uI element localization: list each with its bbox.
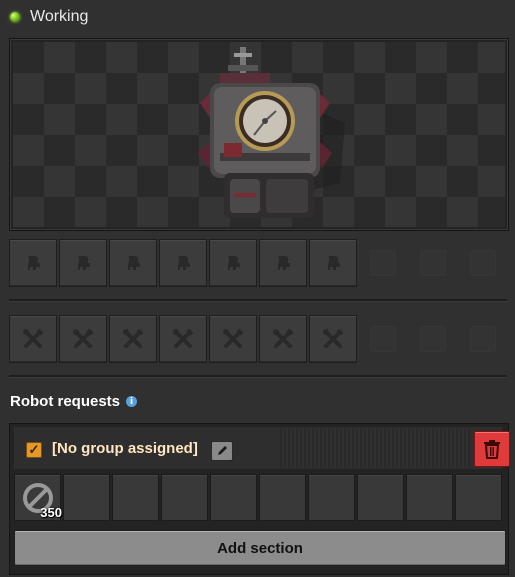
repair-slot[interactable] <box>259 315 307 363</box>
repair-slot-disabled <box>409 315 457 363</box>
request-slot[interactable] <box>210 474 257 521</box>
request-slot[interactable] <box>406 474 453 521</box>
request-slot[interactable] <box>308 474 355 521</box>
robot-slot-row <box>9 239 507 287</box>
robot-requests-panel: ✓ [No group assigned] 350 Add section <box>9 423 510 575</box>
repair-pack-icon <box>23 328 44 348</box>
request-slot[interactable] <box>357 474 404 521</box>
request-slot[interactable] <box>63 474 110 521</box>
repair-pack-icon <box>223 328 244 348</box>
repair-slot[interactable] <box>109 315 157 363</box>
repair-pack-icon <box>173 328 194 348</box>
pencil-icon <box>218 446 227 455</box>
robot-requests-title: Robot requests <box>10 393 121 410</box>
construction-robot-icon <box>328 256 340 270</box>
delete-section-button[interactable] <box>474 431 510 467</box>
status-row: Working <box>10 6 88 28</box>
repair-pack-icon <box>273 328 294 348</box>
divider <box>9 299 507 302</box>
robot-slot-disabled <box>459 239 507 287</box>
robot-slot-disabled <box>359 239 407 287</box>
repair-pack-icon <box>323 328 344 348</box>
request-slot[interactable]: 350 <box>14 474 62 521</box>
logistic-group-header: ✓ [No group assigned] <box>14 427 510 469</box>
trash-icon <box>484 440 500 459</box>
construction-robot-icon <box>78 256 90 270</box>
group-header-filler <box>280 429 470 467</box>
divider <box>9 375 507 378</box>
request-slot[interactable] <box>455 474 502 521</box>
request-count: 350 <box>40 505 62 520</box>
repair-slot[interactable] <box>159 315 207 363</box>
group-name-label[interactable]: [No group assigned] <box>52 440 198 457</box>
robot-slot[interactable] <box>59 239 107 287</box>
repair-slot-disabled <box>359 315 407 363</box>
roboport-machine-icon <box>198 47 345 218</box>
request-slot[interactable] <box>161 474 208 521</box>
info-icon[interactable]: i <box>126 396 138 407</box>
robot-slot[interactable] <box>109 239 157 287</box>
robot-slot[interactable] <box>159 239 207 287</box>
entity-preview <box>9 38 509 231</box>
request-slot[interactable] <box>259 474 306 521</box>
robot-slot[interactable] <box>259 239 307 287</box>
repair-slot-row <box>9 315 507 363</box>
repair-slot[interactable] <box>59 315 107 363</box>
add-section-button[interactable]: Add section <box>14 530 506 566</box>
construction-robot-icon <box>128 256 140 270</box>
repair-slot[interactable] <box>309 315 357 363</box>
edit-group-button[interactable] <box>211 441 233 461</box>
repair-slot[interactable] <box>9 315 57 363</box>
construction-robot-icon <box>178 256 190 270</box>
robot-slot[interactable] <box>209 239 257 287</box>
robot-slot-disabled <box>409 239 457 287</box>
repair-slot-disabled <box>459 315 507 363</box>
request-slot[interactable] <box>112 474 159 521</box>
request-slot-grid: 350 <box>14 474 502 521</box>
construction-robot-icon <box>228 256 240 270</box>
group-enabled-checkbox[interactable]: ✓ <box>26 442 42 458</box>
repair-pack-icon <box>73 328 94 348</box>
construction-robot-icon <box>278 256 290 270</box>
robot-slot[interactable] <box>309 239 357 287</box>
status-indicator-icon <box>10 12 20 22</box>
repair-slot[interactable] <box>209 315 257 363</box>
robot-requests-heading: Robot requests i <box>10 393 138 410</box>
status-text: Working <box>30 8 89 25</box>
construction-robot-icon <box>28 256 40 270</box>
robot-slot[interactable] <box>9 239 57 287</box>
repair-pack-icon <box>123 328 144 348</box>
